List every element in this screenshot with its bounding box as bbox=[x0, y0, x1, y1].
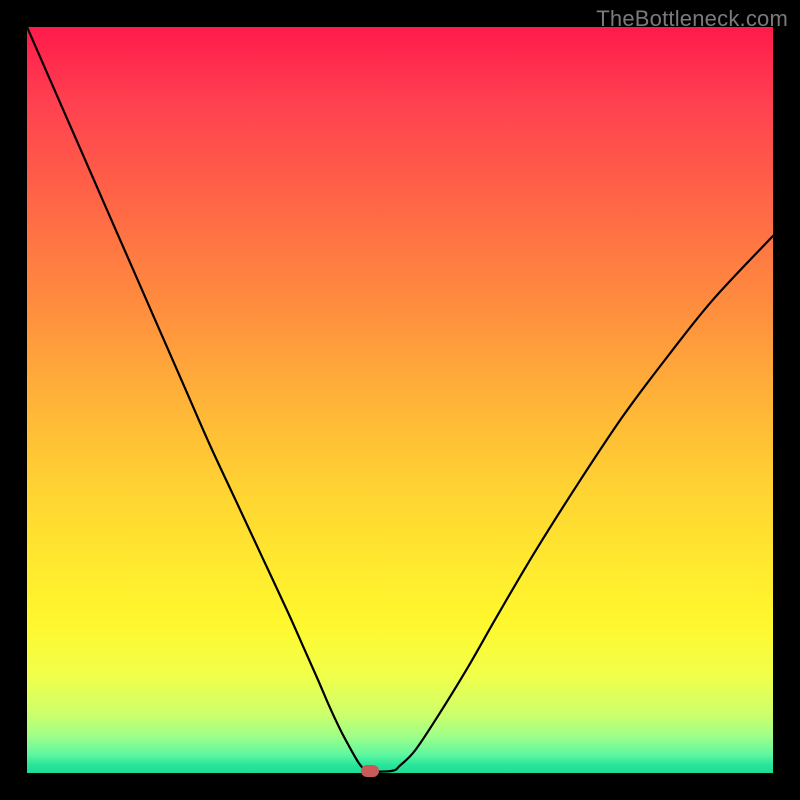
bottleneck-curve bbox=[27, 27, 773, 773]
chart-plot-area bbox=[27, 27, 773, 773]
optimal-marker bbox=[361, 765, 379, 777]
chart-frame: TheBottleneck.com bbox=[0, 0, 800, 800]
